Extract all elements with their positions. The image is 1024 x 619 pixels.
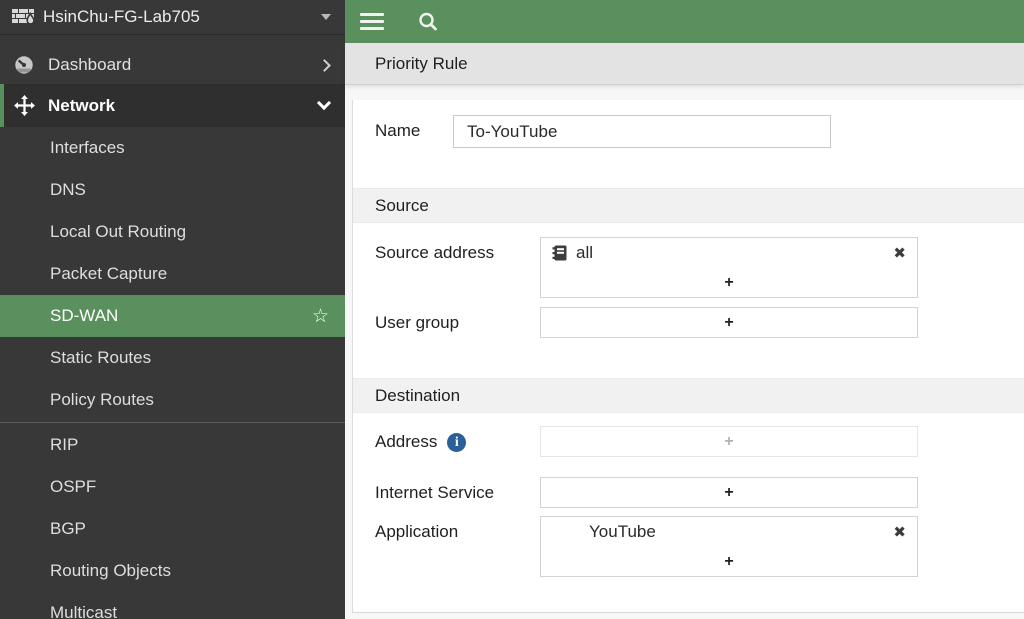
sub-item-label: Local Out Routing <box>50 222 186 242</box>
sub-item-label: Static Routes <box>50 348 151 368</box>
application-row: Application YouTube ✖ + <box>353 516 1024 577</box>
add-destination-address-button[interactable]: + <box>541 427 917 456</box>
add-application-button[interactable]: + <box>541 547 917 576</box>
sidebar-item-dashboard[interactable]: Dashboard <box>0 46 345 84</box>
sidebar-item-sd-wan[interactable]: SD-WAN ☆ <box>0 295 345 337</box>
sidebar-divider <box>0 422 345 423</box>
sidebar: HsinChu-FG-Lab705 Dashboard <box>0 0 345 619</box>
add-source-address-button[interactable]: + <box>541 268 917 297</box>
page-title-bar: Priority Rule <box>345 43 1024 85</box>
sidebar-item-routing-objects[interactable]: Routing Objects <box>0 550 345 592</box>
add-internet-service-button[interactable]: + <box>541 478 917 507</box>
internet-service-row: Internet Service + <box>353 477 1024 508</box>
section-label: Source <box>375 196 429 216</box>
destination-section-header: Destination <box>353 378 1024 413</box>
move-arrows-icon <box>12 95 36 116</box>
source-address-field: all ✖ + <box>540 237 918 298</box>
content-area: Name Source Source address <box>345 85 1024 619</box>
remove-entry-icon[interactable]: ✖ <box>893 246 906 261</box>
sidebar-nav: Dashboard Network Interfaces DNS Local <box>0 35 345 619</box>
search-icon[interactable] <box>417 11 439 33</box>
sidebar-item-label: Dashboard <box>48 55 131 75</box>
user-group-field: + <box>540 307 918 338</box>
destination-address-label: Address i <box>375 426 540 452</box>
destination-address-field: + <box>540 426 918 457</box>
source-address-row: Source address <box>353 237 1024 298</box>
page-title: Priority Rule <box>375 54 468 74</box>
top-green-bar <box>345 0 1024 43</box>
sidebar-item-label: Network <box>48 96 115 116</box>
sidebar-item-packet-capture[interactable]: Packet Capture <box>0 253 345 295</box>
remove-entry-icon[interactable]: ✖ <box>893 525 906 540</box>
favorite-star-icon[interactable]: ☆ <box>312 305 329 328</box>
name-label: Name <box>375 115 453 141</box>
source-address-entry[interactable]: all ✖ <box>541 238 917 268</box>
main-area: Priority Rule Name Source Source address <box>345 0 1024 619</box>
gauge-icon <box>12 55 36 75</box>
application-label: Application <box>375 516 540 542</box>
sub-item-label: OSPF <box>50 477 96 497</box>
chevron-down-icon <box>317 95 331 109</box>
destination-address-row: Address i + <box>353 426 1024 457</box>
application-field: YouTube ✖ + <box>540 516 918 577</box>
sub-item-label: RIP <box>50 435 78 455</box>
sidebar-item-multicast[interactable]: Multicast <box>0 592 345 619</box>
menu-icon[interactable] <box>360 13 384 30</box>
sidebar-item-ospf[interactable]: OSPF <box>0 466 345 508</box>
name-input[interactable] <box>453 115 831 148</box>
sidebar-item-bgp[interactable]: BGP <box>0 508 345 550</box>
sub-item-label: Policy Routes <box>50 390 154 410</box>
device-name: HsinChu-FG-Lab705 <box>43 7 200 27</box>
sidebar-item-static-routes[interactable]: Static Routes <box>0 337 345 379</box>
app-window: HsinChu-FG-Lab705 Dashboard <box>0 0 1024 619</box>
sub-item-label: Packet Capture <box>50 264 167 284</box>
sidebar-item-interfaces[interactable]: Interfaces <box>0 127 345 169</box>
sub-item-label: SD-WAN <box>50 306 118 326</box>
address-object-icon <box>552 245 567 261</box>
add-user-group-button[interactable]: + <box>541 308 917 337</box>
info-icon: i <box>447 433 466 452</box>
chevron-right-icon <box>318 59 331 72</box>
source-address-label: Source address <box>375 237 540 263</box>
caret-down-icon[interactable] <box>321 14 331 20</box>
internet-service-field: + <box>540 477 918 508</box>
internet-service-label: Internet Service <box>375 477 540 503</box>
sidebar-item-network[interactable]: Network <box>0 84 345 127</box>
sub-item-label: Interfaces <box>50 138 125 158</box>
sub-item-label: Multicast <box>50 603 117 619</box>
device-selector[interactable]: HsinChu-FG-Lab705 <box>0 0 345 35</box>
sub-item-label: BGP <box>50 519 86 539</box>
application-entry[interactable]: YouTube ✖ <box>541 517 917 547</box>
priority-rule-form: Name Source Source address <box>352 100 1024 613</box>
user-group-row: User group + <box>353 307 1024 338</box>
user-group-label: User group <box>375 307 540 333</box>
firewall-icon <box>12 9 34 26</box>
entry-label: YouTube <box>589 522 656 542</box>
name-row: Name <box>353 115 1024 148</box>
entry-label: all <box>576 243 593 263</box>
source-section-header: Source <box>353 188 1024 223</box>
sidebar-item-rip[interactable]: RIP <box>0 424 345 466</box>
sidebar-item-policy-routes[interactable]: Policy Routes <box>0 379 345 421</box>
sub-item-label: DNS <box>50 180 86 200</box>
sidebar-item-local-out-routing[interactable]: Local Out Routing <box>0 211 345 253</box>
sidebar-item-dns[interactable]: DNS <box>0 169 345 211</box>
label-text: Address <box>375 432 437 452</box>
sub-item-label: Routing Objects <box>50 561 171 581</box>
section-label: Destination <box>375 386 460 406</box>
